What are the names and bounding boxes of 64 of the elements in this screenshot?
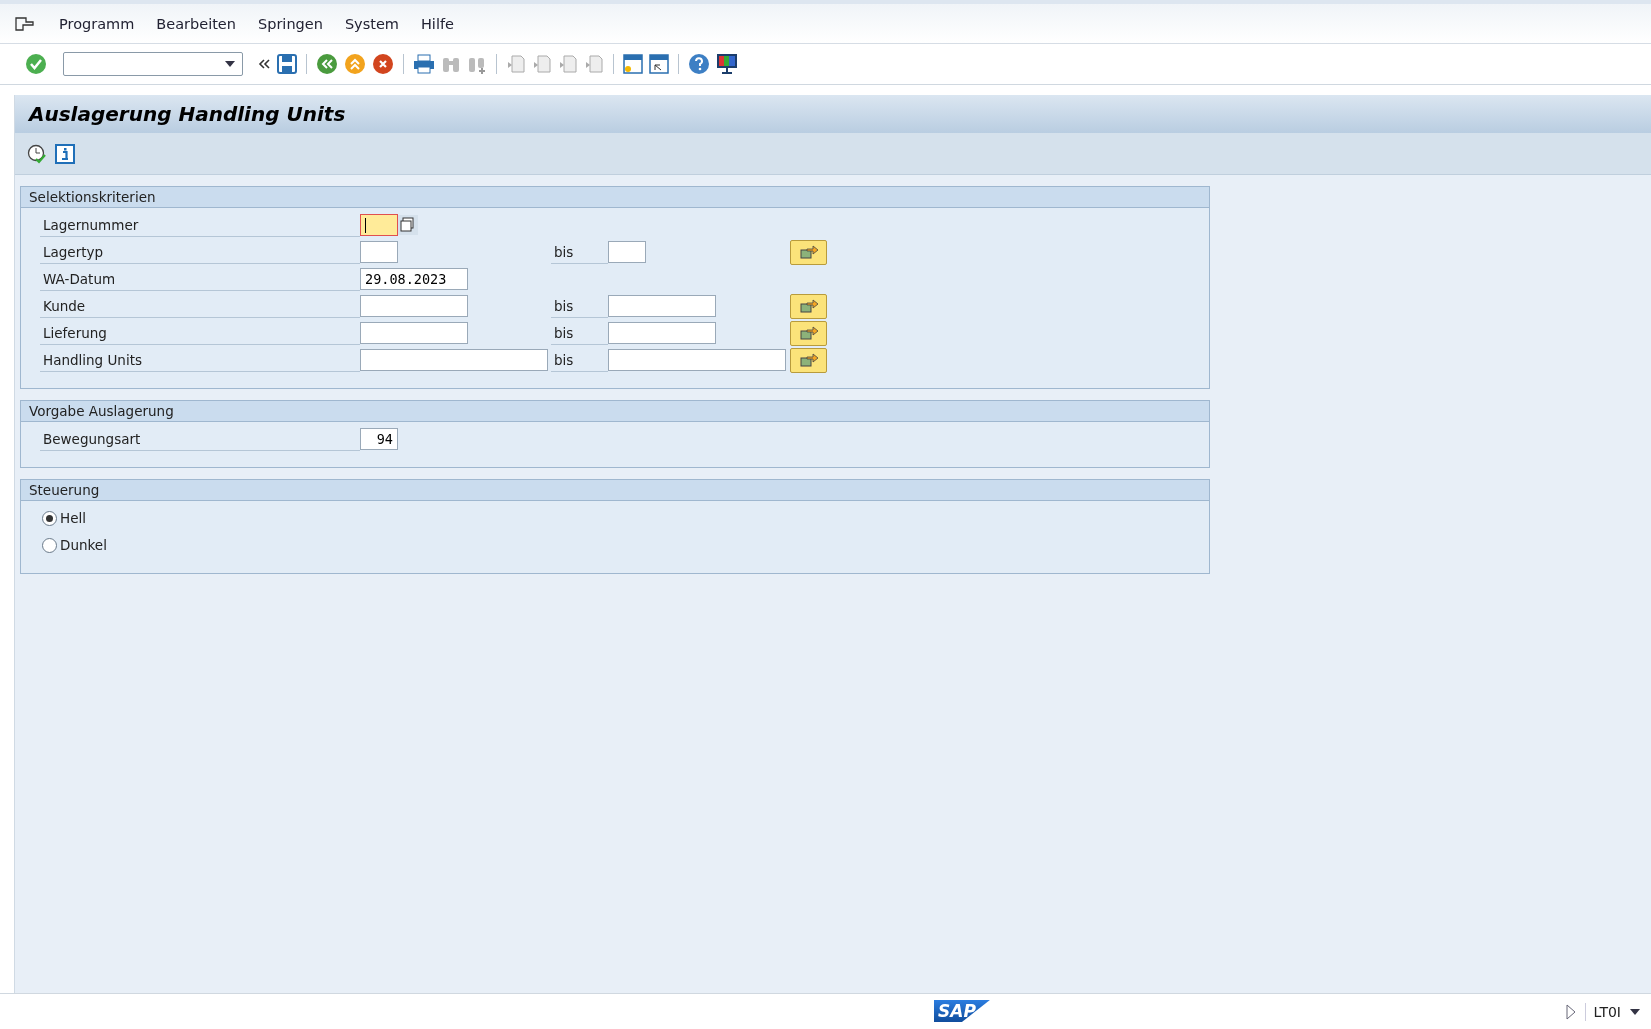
input-field[interactable]: 29.08.2023 xyxy=(360,268,468,290)
multiple-selection-button[interactable] xyxy=(790,239,827,265)
input-field[interactable] xyxy=(608,295,716,317)
input-field[interactable] xyxy=(608,349,786,371)
help-icon[interactable] xyxy=(688,53,710,75)
input-field[interactable] xyxy=(360,322,468,344)
field-label: Lagernummer xyxy=(40,213,360,237)
multiple-selection-button[interactable] xyxy=(790,347,827,373)
copy-icon[interactable] xyxy=(398,215,418,235)
folder-arrow-icon xyxy=(798,244,819,260)
folder-arrow-icon xyxy=(798,352,819,368)
page-icon[interactable] xyxy=(532,54,552,74)
field-label: Lieferung xyxy=(40,321,360,345)
command-field[interactable] xyxy=(63,52,243,76)
folder-arrow-icon xyxy=(798,298,819,314)
cancel-icon[interactable] xyxy=(372,53,394,75)
menu-icon[interactable] xyxy=(15,15,35,32)
field-label: Kunde xyxy=(40,294,360,318)
double-chevron-icon[interactable] xyxy=(257,57,271,71)
group-title: Steuerung xyxy=(29,482,100,498)
input-field[interactable] xyxy=(608,241,646,263)
page-icon[interactable] xyxy=(558,54,578,74)
play-icon[interactable] xyxy=(1564,1003,1577,1020)
field-label: WA-Datum xyxy=(40,267,360,291)
radio-label: Dunkel xyxy=(60,537,107,553)
menu-item[interactable]: Programm xyxy=(59,15,135,32)
radio-label: Hell xyxy=(60,510,86,526)
new-window-icon[interactable] xyxy=(623,54,643,74)
printer-icon[interactable] xyxy=(413,54,435,74)
back-icon[interactable] xyxy=(316,53,338,75)
input-field[interactable] xyxy=(360,295,468,317)
multiple-selection-button[interactable] xyxy=(790,293,827,319)
dropdown-arrow-icon[interactable] xyxy=(1629,1007,1641,1016)
menu-item[interactable]: Bearbeiten xyxy=(156,15,236,32)
group-title: Vorgabe Auslagerung xyxy=(29,403,174,419)
clock-check-icon[interactable] xyxy=(27,143,47,164)
input-field[interactable]: 94 xyxy=(360,428,398,450)
dropdown-arrow-icon[interactable] xyxy=(224,60,236,68)
radio-button[interactable] xyxy=(42,510,57,526)
folder-arrow-icon xyxy=(798,325,819,341)
radio-button[interactable] xyxy=(42,537,57,553)
menu-item[interactable]: System xyxy=(344,15,399,32)
monitor-icon[interactable] xyxy=(716,53,738,75)
group-title: Selektionskriterien xyxy=(29,189,156,205)
check-icon[interactable] xyxy=(25,53,47,75)
input-field[interactable] xyxy=(608,322,716,344)
input-field[interactable] xyxy=(360,214,398,236)
transaction-code: LT0I xyxy=(1593,1003,1621,1020)
multiple-selection-button[interactable] xyxy=(790,320,827,346)
menu-item[interactable]: Springen xyxy=(258,15,323,32)
save-icon[interactable] xyxy=(277,54,297,74)
input-field[interactable] xyxy=(360,349,548,371)
field-label: Handling Units xyxy=(40,348,360,372)
page-icon[interactable] xyxy=(584,54,604,74)
page-title: Auslagerung Handling Units xyxy=(29,102,346,126)
shortcut-window-icon[interactable] xyxy=(649,54,669,74)
page-icon[interactable] xyxy=(506,54,526,74)
menu-item[interactable]: Hilfe xyxy=(420,15,454,32)
input-field[interactable] xyxy=(360,241,398,263)
field-label: Bewegungsart xyxy=(40,427,360,451)
exit-icon[interactable] xyxy=(344,53,366,75)
logo: SAP xyxy=(934,1000,990,1022)
field-label: Lagertyp xyxy=(40,240,360,264)
info-icon[interactable] xyxy=(55,143,75,164)
